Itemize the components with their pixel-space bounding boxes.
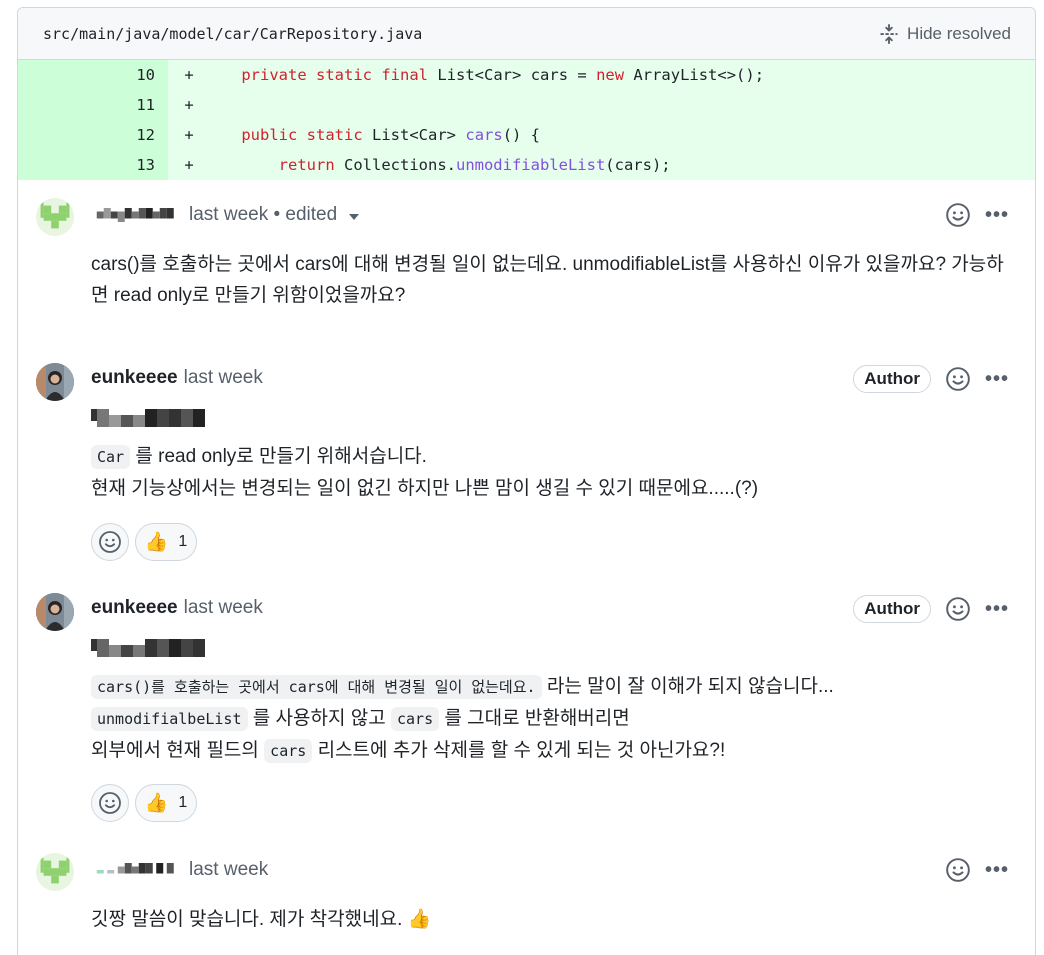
inline-code: unmodifialbeList <box>91 707 248 731</box>
smiley-icon <box>946 597 970 621</box>
diff-sign: + <box>184 126 194 144</box>
thumbs-up-icon: 👍 <box>407 909 432 930</box>
diff-sign: + <box>184 66 194 84</box>
identicon-icon <box>36 853 74 891</box>
inline-code: cars <box>264 739 313 763</box>
comment-line: 현재 기능상에서는 변경되는 일이 없긴 하지만 나쁜 맘이 생길 수 있기 때… <box>91 478 759 499</box>
add-reaction-button[interactable] <box>945 857 971 883</box>
code-line: 12 + public static List<Car> cars() { <box>18 120 1035 150</box>
code-text: return Collections.unmodifiableList(cars… <box>278 156 671 174</box>
thumbs-up-reaction-button[interactable]: 👍 1 <box>135 784 197 822</box>
smiley-icon <box>946 203 970 227</box>
diff-sign: + <box>184 96 194 114</box>
identicon-icon <box>36 198 74 236</box>
code-text: private static final List<Car> cars = ne… <box>241 66 765 84</box>
comment-header: eunkeeee last week <box>91 367 263 389</box>
file-path[interactable]: src/main/java/model/car/CarRepository.ja… <box>43 25 422 43</box>
comment-timestamp[interactable]: last week • edited <box>189 204 337 226</box>
review-thread-panel: src/main/java/model/car/CarRepository.ja… <box>17 7 1036 955</box>
smiley-icon <box>99 792 121 814</box>
author-name[interactable]: eunkeeee <box>91 367 178 389</box>
comment-body: cars()를 호출하는 곳에서 cars에 대해 변경될 일이 없는데요. 라… <box>91 639 1011 767</box>
hide-resolved-button[interactable]: Hide resolved <box>879 23 1011 44</box>
file-header: src/main/java/model/car/CarRepository.ja… <box>18 8 1035 60</box>
comment-timestamp[interactable]: last week <box>184 367 263 389</box>
avatar[interactable] <box>36 593 74 631</box>
line-number[interactable]: 11 <box>18 90 168 120</box>
author-name-redacted[interactable] <box>91 863 183 877</box>
comment-line: unmodifialbeList 를 사용하지 않고 cars 를 그대로 반환… <box>91 703 1011 735</box>
comment-timestamp[interactable]: last week <box>189 859 268 881</box>
comment-header: eunkeeee last week <box>91 597 263 619</box>
author-badge: Author <box>853 365 931 393</box>
comment-body: cars()를 호출하는 곳에서 cars에 대해 변경될 일이 없는데요. u… <box>91 254 1004 306</box>
user-photo-icon <box>36 363 74 401</box>
inline-code: cars <box>390 707 440 731</box>
reaction-count: 1 <box>178 794 188 811</box>
smiley-icon <box>946 858 970 882</box>
comment-header: last week • edited <box>91 204 360 226</box>
comment-line: Car 를 read only로 만들기 위해서습니다. <box>91 441 1011 473</box>
fold-icon <box>880 23 898 44</box>
reactions-bar: 👍 1 <box>91 784 197 822</box>
comment-body: 깃짱 말씀이 맞습니다. 제가 착각했네요. 👍 <box>91 909 432 930</box>
smiley-icon <box>946 367 970 391</box>
more-options-button[interactable]: ••• <box>983 368 1011 391</box>
inline-code: Car <box>91 445 131 469</box>
more-options-button[interactable]: ••• <box>983 598 1011 621</box>
thumbs-up-reaction-button[interactable]: 👍 1 <box>135 523 197 561</box>
code-line: 11 + <box>18 90 1035 120</box>
code-diff: 10 + private static final List<Car> cars… <box>18 60 1035 180</box>
author-badge: Author <box>853 595 931 623</box>
thumbs-up-icon: 👍 <box>144 532 169 553</box>
add-reaction-button[interactable] <box>945 202 971 228</box>
avatar[interactable] <box>36 198 74 236</box>
edit-history-caret-icon[interactable] <box>349 213 360 220</box>
add-reaction-button[interactable] <box>945 366 971 392</box>
comment-actions: ••• <box>945 857 1011 883</box>
code-line: 13 + return Collections.unmodifiableList… <box>18 150 1035 180</box>
add-reaction-button[interactable] <box>91 784 129 822</box>
more-options-button[interactable]: ••• <box>983 204 1011 227</box>
author-name-redacted[interactable] <box>91 208 183 222</box>
comment-body: Car 를 read only로 만들기 위해서습니다. 현재 기능상에서는 변… <box>91 409 1011 504</box>
redacted-mention <box>91 639 205 657</box>
avatar[interactable] <box>36 363 74 401</box>
line-number[interactable]: 12 <box>18 120 168 150</box>
add-reaction-button[interactable] <box>945 596 971 622</box>
user-photo-icon <box>36 593 74 631</box>
thumbs-up-icon: 👍 <box>144 793 169 814</box>
add-reaction-button[interactable] <box>91 523 129 561</box>
smiley-icon <box>99 531 121 553</box>
line-number[interactable]: 13 <box>18 150 168 180</box>
redacted-mention <box>91 409 205 427</box>
code-text: public static List<Car> cars() { <box>241 126 541 144</box>
avatar[interactable] <box>36 853 74 891</box>
diff-sign: + <box>184 156 194 174</box>
code-line: 10 + private static final List<Car> cars… <box>18 60 1035 90</box>
comment-actions: ••• <box>945 202 1011 228</box>
reaction-count: 1 <box>178 533 188 550</box>
comment-line: 외부에서 현재 필드의 cars 리스트에 추가 삭제를 할 수 있게 되는 것… <box>91 739 726 763</box>
author-name[interactable]: eunkeeee <box>91 597 178 619</box>
comment-timestamp[interactable]: last week <box>184 597 263 619</box>
comment-actions: Author ••• <box>853 595 1011 623</box>
comment-line: cars()를 호출하는 곳에서 cars에 대해 변경될 일이 없는데요. 라… <box>91 671 1011 703</box>
comment-header: last week <box>91 859 268 881</box>
more-options-button[interactable]: ••• <box>983 859 1011 882</box>
inline-code: cars()를 호출하는 곳에서 cars에 대해 변경될 일이 없는데요. <box>91 675 542 699</box>
line-number[interactable]: 10 <box>18 60 168 90</box>
comment-actions: Author ••• <box>853 365 1011 393</box>
reactions-bar: 👍 1 <box>91 523 197 561</box>
hide-resolved-label: Hide resolved <box>907 23 1011 43</box>
